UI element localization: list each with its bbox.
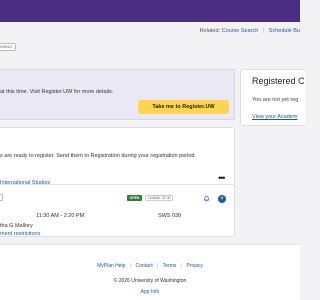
panel-title: Registered C [252, 76, 305, 86]
course-title-link[interactable]: International Studies [0, 180, 50, 186]
link-separator: | [129, 263, 132, 269]
bell-icon[interactable] [203, 195, 210, 202]
footer-links: MyPlan Help | Contact | Terms | Privacy [0, 263, 300, 269]
remove-course-button[interactable]: × [218, 195, 226, 203]
footer: MyPlan Help | Contact | Terms | Privacy … [0, 244, 300, 300]
top-banner [0, 0, 300, 22]
app-info-link[interactable]: App Info [0, 289, 300, 295]
help-link[interactable]: MyPlan Help [97, 263, 125, 269]
course-search-link[interactable]: Course Search [222, 28, 259, 34]
related-links: Related: Course Search | Schedule Bu [200, 28, 300, 34]
section-room: SWS 030 [158, 213, 182, 219]
instructor-name: tha G Mallory [0, 223, 33, 229]
related-label: Related: [199, 28, 221, 34]
link-separator: | [157, 263, 159, 269]
schedule-builder-link[interactable]: Schedule Bu [269, 28, 300, 34]
copyright-text: © 2026 University of Washington [113, 278, 187, 284]
registration-notice: at this time. Visit Register.UW for more… [0, 69, 235, 120]
registration-cart: s are ready to register. Send them to Re… [0, 127, 235, 237]
register-uw-button[interactable]: Take me to Register.UW [138, 100, 229, 114]
enrollment-restrictions-link[interactable]: ment restrictions [0, 231, 40, 237]
section-checkbox[interactable] [0, 194, 3, 201]
seats-badge: 15 AVAIL OF 30 [145, 195, 174, 201]
contact-link[interactable]: Contact [136, 263, 153, 269]
cart-message: s are ready to register. Send them to Re… [0, 153, 196, 159]
panel-text: You are not yet reg [252, 97, 299, 103]
section-time: 11:30 AM - 2:20 PM [36, 213, 85, 219]
status-pill: DMING [0, 43, 16, 51]
notice-text: at this time. Visit Register.UW for more… [0, 89, 114, 95]
status-badge: OPEN [127, 195, 142, 201]
terms-link[interactable]: Terms [163, 263, 177, 269]
more-options-icon[interactable]: ••• [218, 174, 226, 183]
link-separator: | [180, 263, 183, 269]
registered-courses-panel: Registered C You are not yet reg View yo… [240, 69, 305, 126]
academic-record-link[interactable]: View your Academ [252, 114, 297, 120]
privacy-link[interactable]: Privacy [187, 263, 203, 269]
link-separator: | [262, 28, 265, 34]
divider [0, 184, 235, 185]
